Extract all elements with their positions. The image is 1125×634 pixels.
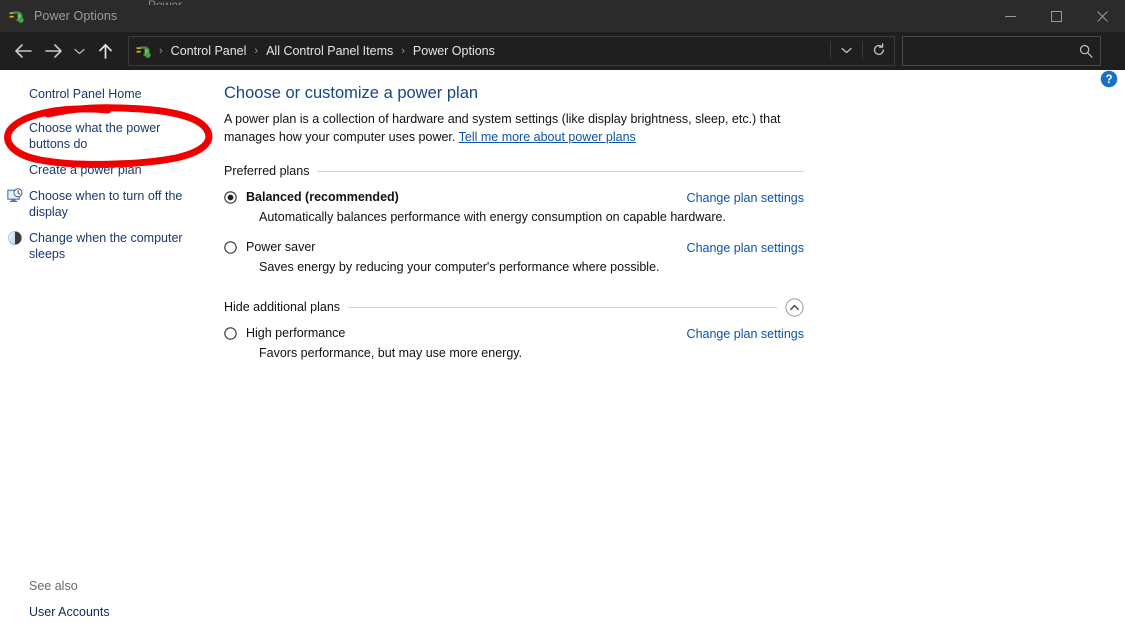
sidebar-item-label: Create a power plan <box>29 162 142 178</box>
group-preferred-plans: Preferred plans Balanced (recommended) C… <box>224 162 804 276</box>
plan-name: High performance <box>246 326 345 341</box>
breadcrumb-separator: › <box>248 45 264 57</box>
page-title: Choose or customize a power plan <box>224 82 1125 104</box>
group-header: Preferred plans <box>224 162 804 180</box>
breadcrumb-separator: › <box>395 45 411 57</box>
sidebar-item-label: Choose when to turn off the display <box>29 188 194 220</box>
close-icon <box>1097 11 1108 22</box>
chevron-down-icon <box>841 46 852 55</box>
divider <box>317 171 804 172</box>
see-also-section: See also User Accounts <box>0 579 209 619</box>
power-plug-icon <box>9 8 26 25</box>
sidebar-item-create-power-plan[interactable]: Create a power plan <box>0 160 209 180</box>
up-button[interactable] <box>90 36 120 66</box>
radio-button-unselected[interactable] <box>224 241 237 254</box>
address-bar-actions <box>830 37 894 63</box>
body-area: Control Panel Home Choose what the power… <box>0 70 1125 634</box>
group-header-label: Preferred plans <box>224 164 317 178</box>
sidebar-item-control-panel-home[interactable]: Control Panel Home <box>0 84 209 104</box>
sidebar-item-label: Change when the computer sleeps <box>29 230 194 262</box>
plan-row: High performance Change plan settings <box>246 326 804 341</box>
sidebar-item-turn-off-display[interactable]: Choose when to turn off the display <box>0 186 209 222</box>
maximize-icon <box>1051 11 1062 22</box>
close-button[interactable] <box>1079 0 1125 32</box>
plan-balanced[interactable]: Balanced (recommended) Change plan setti… <box>224 190 804 226</box>
plan-row: Balanced (recommended) Change plan setti… <box>246 190 804 205</box>
recent-locations-button[interactable] <box>68 36 90 66</box>
svg-text:?: ? <box>1105 74 1112 86</box>
sidebar-item-label: Choose what the power buttons do <box>29 120 194 152</box>
plan-power-saver[interactable]: Power saver Change plan settings Saves e… <box>224 240 804 276</box>
address-bar[interactable]: › Control Panel › All Control Panel Item… <box>128 36 895 66</box>
breadcrumb-control-panel[interactable]: Control Panel <box>169 44 249 58</box>
radio-button-unselected[interactable] <box>224 327 237 340</box>
tell-me-more-link[interactable]: Tell me more about power plans <box>459 130 636 144</box>
window-controls <box>987 0 1125 32</box>
see-also-heading: See also <box>0 579 209 593</box>
back-button[interactable] <box>8 36 38 66</box>
forward-button[interactable] <box>38 36 68 66</box>
sidebar-item-computer-sleeps[interactable]: Change when the computer sleeps <box>0 228 209 264</box>
display-clock-icon <box>7 188 23 204</box>
search-input[interactable] <box>903 37 1100 65</box>
see-also-user-accounts-link[interactable]: User Accounts <box>0 605 209 619</box>
group-header: Hide additional plans <box>224 298 804 316</box>
breadcrumb-separator: › <box>153 45 169 57</box>
divider <box>348 307 777 308</box>
search-icon <box>1079 44 1093 58</box>
breadcrumb-power-options[interactable]: Power Options <box>411 44 497 58</box>
sleep-moon-icon <box>7 230 23 246</box>
change-plan-settings-link[interactable]: Change plan settings <box>687 241 804 255</box>
breadcrumb-all-control-panel-items[interactable]: All Control Panel Items <box>264 44 395 58</box>
plan-description: Automatically balances performance with … <box>246 209 804 226</box>
chevron-up-icon[interactable] <box>785 298 804 317</box>
page-description: A power plan is a collection of hardware… <box>224 111 810 146</box>
plan-high-performance[interactable]: High performance Change plan settings Fa… <box>224 326 804 362</box>
power-options-window: Power Power Options <box>0 0 1125 634</box>
title-bar: Power Power Options <box>0 0 1125 32</box>
arrow-left-icon <box>14 43 33 59</box>
arrow-right-icon <box>44 43 63 59</box>
chevron-down-icon <box>74 47 85 56</box>
navigation-bar: › Control Panel › All Control Panel Item… <box>0 32 1125 70</box>
power-plug-icon <box>136 43 153 60</box>
group-header-label: Hide additional plans <box>224 300 348 314</box>
refresh-icon <box>872 43 886 57</box>
radio-button-selected[interactable] <box>224 191 237 204</box>
maximize-button[interactable] <box>1033 0 1079 32</box>
minimize-button[interactable] <box>987 0 1033 32</box>
window-title: Power Options <box>34 9 117 23</box>
sidebar: Control Panel Home Choose what the power… <box>0 70 209 634</box>
plan-description: Favors performance, but may use more ene… <box>246 345 804 362</box>
minimize-icon <box>1005 11 1016 22</box>
refresh-button[interactable] <box>863 37 894 63</box>
change-plan-settings-link[interactable]: Change plan settings <box>687 327 804 341</box>
search-box[interactable] <box>902 36 1101 66</box>
plan-name: Balanced (recommended) <box>246 190 399 205</box>
arrow-up-icon <box>98 43 113 60</box>
background-window-title: Power <box>148 0 218 5</box>
group-additional-plans: Hide additional plans High performance C… <box>224 298 804 362</box>
plan-name: Power saver <box>246 240 315 255</box>
plan-description: Saves energy by reducing your computer's… <box>246 259 804 276</box>
plan-row: Power saver Change plan settings <box>246 240 804 255</box>
previous-locations-button[interactable] <box>831 37 862 63</box>
help-icon[interactable]: ? <box>1100 70 1118 88</box>
content-pane: ? Choose or customize a power plan A pow… <box>209 70 1125 634</box>
sidebar-item-choose-power-buttons[interactable]: Choose what the power buttons do <box>0 118 209 154</box>
change-plan-settings-link[interactable]: Change plan settings <box>687 191 804 205</box>
sidebar-item-label: Control Panel Home <box>29 86 142 102</box>
